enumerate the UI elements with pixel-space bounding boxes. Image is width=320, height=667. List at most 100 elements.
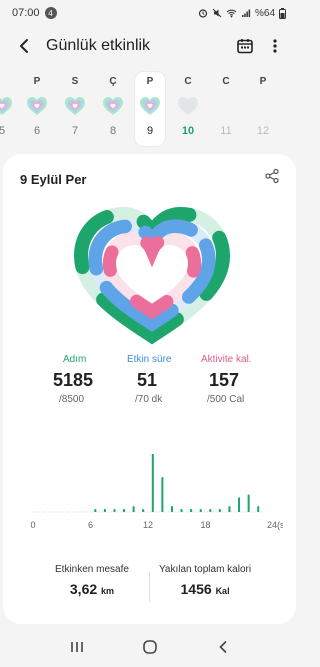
chart-bar: [180, 509, 183, 512]
calories-goal: /500 Cal: [207, 394, 245, 405]
day-number: 12: [256, 125, 270, 137]
share-button[interactable]: [264, 168, 284, 188]
day-number: 5: [0, 125, 6, 137]
day-heart-icon: [214, 94, 238, 118]
chart-xtick: 0: [30, 520, 35, 530]
calendar-button[interactable]: [230, 31, 260, 61]
day-heart-icon: [0, 97, 12, 115]
bottom-stats: Etkinken mesafe 3,62 km Yakılan toplam k…: [3, 564, 296, 614]
daily-activity-card: 9 Eylül Per Adım 5185 /8500 Etkin süre 5…: [3, 154, 296, 624]
day-10[interactable]: C 10: [173, 72, 203, 146]
mute-icon: [212, 8, 222, 18]
day-number: 6: [33, 125, 41, 137]
chart-bar: [170, 506, 173, 512]
day-heart-icon: [178, 97, 198, 115]
recents-button[interactable]: [57, 632, 97, 662]
day-11[interactable]: C 11: [211, 72, 241, 146]
chart-bar: [199, 509, 202, 512]
status-time: 07:00: [12, 7, 40, 19]
distance-unit: km: [101, 586, 115, 596]
divider: [149, 572, 150, 602]
day-heart-icon: [251, 94, 275, 118]
chart-bar: [228, 506, 231, 512]
total-calories-number: 1456: [180, 581, 212, 597]
chart-bar: [161, 477, 164, 512]
calendar-icon: [237, 39, 253, 54]
day-8[interactable]: Ç8: [98, 72, 128, 146]
day-letter: C: [184, 76, 192, 87]
day-heart-icon: [103, 97, 123, 115]
share-icon: [265, 168, 279, 184]
status-left: 07:00 4: [12, 7, 57, 19]
day-letter: P: [259, 76, 267, 87]
signal-icon: [241, 9, 251, 17]
chart-bar: [123, 509, 126, 512]
recents-icon: [70, 642, 83, 652]
page-title: Günlük etkinlik: [46, 37, 151, 54]
total-calories-stat: Yakılan toplam kalori 1456 Kal: [159, 564, 251, 597]
chart-bar: [94, 509, 97, 512]
chart-bar: [103, 509, 106, 512]
day-12[interactable]: P 12: [248, 72, 278, 146]
day-9[interactable]: P9: [135, 72, 165, 146]
hourly-steps-chart: 0 6 12 18 24(s): [30, 454, 283, 530]
calories-label: Aktivite kal.: [201, 354, 252, 365]
chart-bar: [151, 454, 154, 512]
day-5[interactable]: 5: [0, 72, 17, 146]
chart-bar: [257, 506, 260, 512]
chart-bar: [190, 509, 193, 512]
calories-stat: Aktivite kal. 157 /500 Cal: [201, 354, 291, 405]
back-arrow-icon: [20, 39, 28, 53]
back-icon: [219, 641, 227, 653]
total-calories-unit: Kal: [215, 586, 230, 596]
day-number: 11: [220, 125, 232, 137]
more-options-button[interactable]: [260, 31, 290, 61]
day-heart-icon: [27, 97, 47, 115]
chart-bar: [132, 506, 135, 512]
app-header: Günlük etkinlik: [0, 26, 300, 66]
chart-xtick: 6: [88, 520, 93, 530]
distance-stat: Etkinken mesafe 3,62 km: [55, 564, 129, 597]
activity-rings: [69, 200, 235, 350]
chart-xtick: 18: [200, 520, 210, 530]
alarm-icon: [198, 9, 208, 18]
total-calories-label: Yakılan toplam kalori: [159, 564, 252, 575]
chart-xtick: 12: [143, 520, 153, 530]
distance-number: 3,62: [69, 581, 98, 597]
date-title: 9 Eylül Per: [20, 172, 87, 187]
week-selector: 5 P 6 S 7 Ç 8 P 9 C 10 C 11 P 12: [0, 72, 300, 148]
chart-bar: [238, 497, 241, 512]
wifi-icon: [226, 9, 237, 18]
chart-bar: [218, 509, 221, 512]
system-nav-bar: [0, 627, 300, 667]
home-icon: [143, 640, 157, 654]
day-letter: S: [71, 76, 79, 87]
chart-bar: [209, 509, 212, 512]
day-number: 7: [71, 125, 79, 137]
chart-bar: [142, 509, 145, 512]
distance-value: 3,62 km: [55, 581, 129, 597]
day-heart-icon: [65, 97, 85, 115]
chart-bar: [247, 494, 250, 512]
status-bar: 07:00 4 %64: [0, 0, 300, 26]
day-heart-icon: [140, 97, 160, 115]
day-6[interactable]: P6: [22, 72, 52, 146]
back-button[interactable]: [10, 32, 38, 60]
status-right: %64: [198, 7, 286, 19]
day-number: 10: [181, 125, 195, 137]
chart-xtick: 24(s): [267, 520, 283, 530]
chart-bar: [113, 509, 116, 512]
day-7[interactable]: S7: [60, 72, 90, 146]
battery-icon: [279, 7, 286, 19]
battery-level: %64: [254, 7, 275, 19]
day-number: 9: [146, 125, 154, 137]
total-calories-value: 1456 Kal: [159, 581, 251, 597]
day-letter: P: [33, 76, 41, 87]
day-letter: C: [222, 76, 230, 87]
notification-badge: 4: [44, 7, 57, 19]
day-letter: Ç: [109, 76, 117, 87]
back-nav-button[interactable]: [203, 632, 243, 662]
home-button[interactable]: [130, 632, 170, 662]
more-vert-icon: [273, 39, 277, 53]
calories-value: 157: [209, 370, 240, 390]
